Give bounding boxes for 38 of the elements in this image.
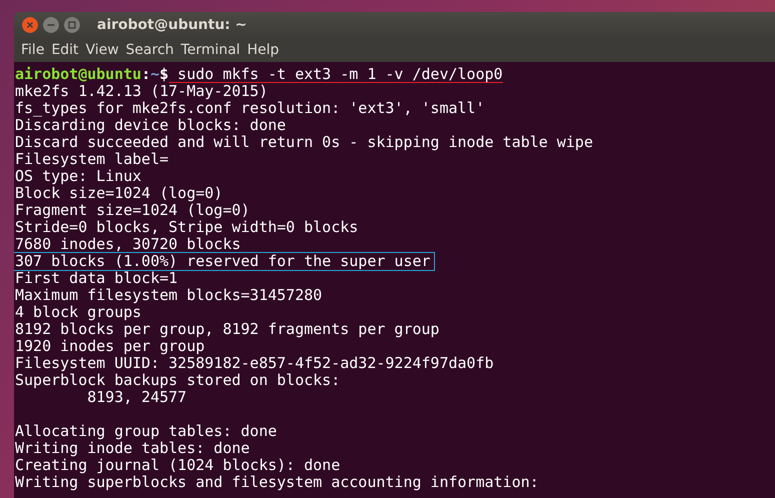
output-line: Filesystem UUID: 32589182-e857-4f52-ad32-9224f97da0fb — [15, 355, 494, 372]
output-line: Filesystem label= — [15, 151, 169, 168]
close-icon[interactable] — [22, 17, 38, 33]
output-line: Writing superblocks and filesystem accounting information: — [15, 474, 539, 491]
output-line: Discarding device blocks: done — [15, 117, 286, 134]
menu-item[interactable]: Terminal — [178, 42, 244, 58]
output-line: 8193, 24577 — [87, 389, 187, 406]
output-line: Fragment size=1024 (log=0) — [15, 202, 250, 219]
output-line: Superblock backups stored on blocks: — [15, 372, 340, 389]
prompt-path: ~ — [150, 66, 160, 83]
window-title: airobot@ubuntu: ~ — [97, 17, 247, 33]
output-line: Stride=0 blocks, Stripe width=0 blocks — [15, 219, 358, 236]
prompt-user: airobot@ubuntu — [15, 66, 142, 83]
output-line: Block size=1024 (log=0) — [15, 185, 223, 202]
output-line: First data block=1 — [15, 270, 178, 287]
output-line: mke2fs 1.42.13 (17-May-2015) — [15, 83, 268, 100]
output-line: 4 block groups — [15, 304, 142, 321]
output-line: 8192 blocks per group, 8192 fragments per group — [15, 321, 440, 338]
output-line: fs_types for mke2fs.conf resolution: 'ext3', 'small' — [15, 100, 485, 117]
prompt-separator: : — [141, 66, 150, 83]
menu-item[interactable]: Edit — [48, 42, 82, 58]
output-line: Discard succeeded and will return 0s - skipping inode table wipe — [15, 134, 593, 151]
output-line: Allocating group tables: done — [15, 423, 277, 440]
output-line: OS type: Linux — [15, 168, 142, 185]
output-line: Writing inode tables: done — [15, 440, 250, 457]
output-line: 1920 inodes per group — [15, 338, 205, 355]
prompt-symbol: $ — [160, 66, 169, 83]
menu-item[interactable]: Help — [244, 42, 282, 58]
menu-item[interactable]: View — [82, 42, 122, 58]
minimize-icon[interactable] — [43, 17, 59, 33]
output-line: 7680 inodes, 30720 blocks — [15, 236, 241, 253]
output-line: Creating journal (1024 blocks): done — [15, 457, 340, 474]
output-line: 307 blocks (1.00%) reserved for the super user — [14, 253, 434, 270]
menu-item[interactable]: Search — [122, 42, 177, 58]
output-line: Maximum filesystem blocks=31457280 — [15, 287, 322, 304]
menu-item[interactable]: File — [18, 42, 48, 58]
command-text: sudo mkfs -t ext3 -m 1 -v /dev/loop0 — [168, 66, 503, 83]
maximize-icon[interactable] — [64, 17, 80, 33]
